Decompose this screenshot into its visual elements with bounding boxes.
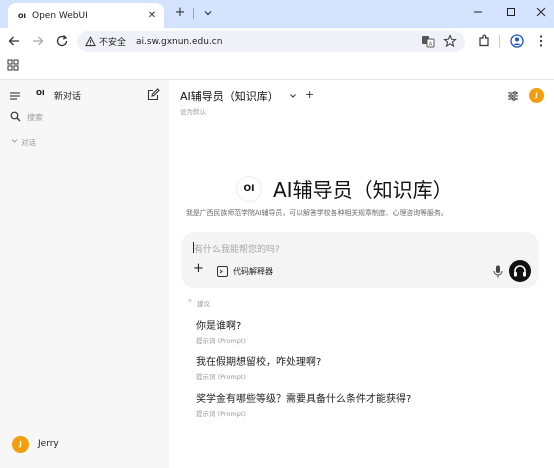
svg-text:A: A xyxy=(429,42,433,48)
attach-plus-icon[interactable]: + xyxy=(193,261,204,276)
suggestion-title: 奖学金有哪些等级？需要具备什么条件才能获得? xyxy=(196,394,412,405)
back-icon[interactable] xyxy=(6,33,22,49)
set-default-link[interactable]: 设为默认 xyxy=(180,106,206,116)
microphone-icon[interactable] xyxy=(493,265,503,278)
add-model-icon[interactable]: + xyxy=(305,88,314,101)
suggestions-heading: 建议 xyxy=(197,300,210,308)
hero-title: AI辅导员（知识库） xyxy=(273,178,453,202)
sidebar: OI 新对话 搜索 对话 J Jerry xyxy=(0,80,169,468)
forward-icon[interactable] xyxy=(30,33,46,49)
sidebar-toggle-icon[interactable] xyxy=(9,90,21,102)
suggestion-item[interactable]: 奖学金有哪些等级？需要具备什么条件才能获得? 提示词 (Prompt) xyxy=(196,390,536,418)
new-tab-icon[interactable]: + xyxy=(172,5,188,21)
warning-icon[interactable] xyxy=(85,36,96,47)
suggestion-subtitle: 提示词 (Prompt) xyxy=(196,337,246,345)
bookmark-star-icon[interactable] xyxy=(443,34,457,48)
chats-section-label[interactable]: 对话 xyxy=(21,137,36,148)
browser-tab[interactable]: OI Open WebUI ✕ xyxy=(8,3,164,28)
message-input[interactable]: 有什么我能帮您的吗? xyxy=(194,242,280,255)
close-window-icon[interactable] xyxy=(533,4,549,20)
model-logo: OI xyxy=(236,176,262,202)
message-composer[interactable]: 有什么我能帮您的吗? + 代码解释器 xyxy=(181,232,539,288)
tab-favicon: OI xyxy=(18,11,26,20)
reload-icon[interactable] xyxy=(54,33,70,49)
toolbar-divider xyxy=(499,35,500,48)
extensions-icon[interactable] xyxy=(476,33,492,49)
suggestion-title: 我在假期想留校，咋处理啊? xyxy=(196,357,322,368)
apps-grid-icon[interactable] xyxy=(7,59,19,71)
code-interpreter-toggle[interactable]: 代码解释器 xyxy=(217,266,273,277)
minimize-icon[interactable] xyxy=(470,4,486,20)
new-chat-edit-icon[interactable] xyxy=(147,88,160,101)
user-name[interactable]: Jerry xyxy=(38,439,59,449)
sidebar-logo: OI xyxy=(36,89,45,97)
open-webui-app: OI 新对话 搜索 对话 J Jerry AI辅导员（知识库） + 设为默认 J xyxy=(0,79,554,468)
model-chevron-down-icon[interactable] xyxy=(289,92,297,100)
tab-list-chevron-icon[interactable] xyxy=(201,6,215,20)
model-selector[interactable]: AI辅导员（知识库） xyxy=(180,88,279,104)
suggestion-subtitle: 提示词 (Prompt) xyxy=(196,373,246,381)
suggestion-title: 你是谁啊? xyxy=(196,321,242,332)
suggestion-subtitle: 提示词 (Prompt) xyxy=(196,410,246,418)
browser-menu-icon[interactable] xyxy=(533,33,549,49)
profile-icon[interactable] xyxy=(509,33,525,49)
suggestion-item[interactable]: 我在假期想留校，咋处理啊? 提示词 (Prompt) xyxy=(196,353,526,381)
tab-close-icon[interactable]: ✕ xyxy=(146,10,158,21)
tab-divider xyxy=(193,8,194,19)
url-bar[interactable]: 不安全 ai.sw.gxnun.edu.cn A xyxy=(77,31,465,52)
translate-icon[interactable]: A xyxy=(421,34,435,48)
new-chat-label[interactable]: 新对话 xyxy=(54,89,81,102)
code-interpreter-label: 代码解释器 xyxy=(233,267,273,276)
maximize-icon[interactable] xyxy=(503,4,519,20)
settings-sliders-icon[interactable] xyxy=(507,90,519,102)
address-bar: 不安全 ai.sw.gxnun.edu.cn A xyxy=(0,28,554,55)
header-user-avatar[interactable]: J xyxy=(529,88,544,103)
search-icon[interactable] xyxy=(10,111,21,122)
main-panel: AI辅导员（知识库） + 设为默认 J OI AI辅导员（知识库） 我是广西民族… xyxy=(169,80,554,468)
security-label[interactable]: 不安全 xyxy=(99,35,126,48)
headphones-icon xyxy=(514,265,526,277)
bookmarks-bar xyxy=(0,55,554,77)
chevron-down-icon[interactable] xyxy=(11,137,18,144)
url-text[interactable]: ai.sw.gxnun.edu.cn xyxy=(136,37,222,47)
tab-title: Open WebUI xyxy=(32,10,88,21)
search-label[interactable]: 搜索 xyxy=(27,112,43,123)
suggestion-item[interactable]: 你是谁啊? 提示词 (Prompt) xyxy=(196,317,526,345)
sparkle-icon: ✧ xyxy=(187,297,193,305)
user-avatar[interactable]: J xyxy=(12,436,29,453)
hero-description: 我是广西民族师范学院AI辅导员，可以解答学校各种相关规章制度、心理咨询等服务。 xyxy=(186,209,448,217)
browser-tabstrip: OI Open WebUI ✕ + xyxy=(0,0,554,28)
terminal-icon xyxy=(217,266,228,277)
voice-mode-button[interactable] xyxy=(509,260,531,282)
